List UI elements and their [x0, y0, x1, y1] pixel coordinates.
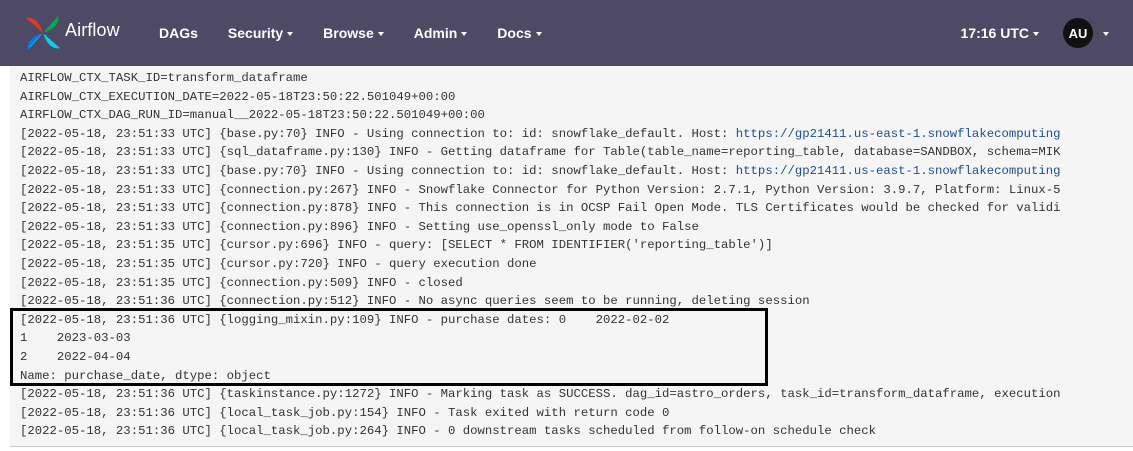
clock-label: 17:16 UTC	[960, 25, 1029, 41]
nav-dags-label: DAGs	[159, 25, 198, 41]
log-line: [2022-05-18, 23:51:33 UTC] {base.py:70} …	[20, 125, 1061, 144]
log-line-text: [2022-05-18, 23:51:36 UTC] {connection.p…	[20, 294, 810, 309]
log-lines: AIRFLOW_CTX_TASK_ID=transform_dataframe A…	[20, 69, 1061, 441]
log-line-text: [2022-05-18, 23:51:36 UTC] {local_task_j…	[20, 405, 670, 420]
caret-down-icon	[287, 32, 294, 36]
log-line: [2022-05-18, 23:51:33 UTC] {sql_datafram…	[20, 143, 1061, 162]
log-line: [2022-05-18, 23:51:33 UTC] {connection.p…	[20, 199, 1061, 218]
log-line-text: AIRFLOW_CTX_TASK_ID=transform_dataframe	[20, 71, 308, 85]
log-line-text: [2022-05-18, 23:51:33 UTC] {sql_datafram…	[20, 145, 1061, 160]
log-line-text: [2022-05-18, 23:51:35 UTC] {cursor.py:69…	[20, 238, 773, 253]
log-line: [2022-05-18, 23:51:36 UTC] {connection.p…	[20, 292, 1061, 311]
log-line: [2022-05-18, 23:51:33 UTC] {connection.p…	[20, 218, 1061, 237]
log-line: [2022-05-18, 23:51:33 UTC] {connection.p…	[20, 181, 1061, 200]
nav-docs-dropdown[interactable]: Docs	[497, 25, 542, 41]
log-line: [2022-05-18, 23:51:36 UTC] {local_task_j…	[20, 422, 1061, 441]
top-navbar: Airflow DAGs Security Browse Admin Docs …	[0, 0, 1133, 66]
nav-docs-label: Docs	[497, 25, 532, 41]
main-nav-menu: DAGs Security Browse Admin Docs	[159, 0, 572, 66]
log-line-text: AIRFLOW_CTX_DAG_RUN_ID=manual__2022-05-1…	[20, 108, 485, 123]
log-line-text: 2 2022-04-04	[20, 349, 131, 364]
log-line-text: [2022-05-18, 23:51:33 UTC] {connection.p…	[20, 201, 1061, 216]
log-line: [2022-05-18, 23:51:36 UTC] {taskinstance…	[20, 385, 1061, 404]
log-line: AIRFLOW_CTX_EXECUTION_DATE=2022-05-18T23…	[20, 88, 1061, 107]
log-line: [2022-05-18, 23:51:33 UTC] {base.py:70} …	[20, 162, 1061, 181]
log-line-text: Name: purchase_date, dtype: object	[20, 368, 271, 383]
airflow-home-link[interactable]: Airflow	[24, 13, 120, 53]
user-avatar: AU	[1063, 18, 1093, 48]
user-menu-dropdown[interactable]: AU	[1063, 18, 1109, 48]
airflow-pinwheel-logo-icon	[25, 15, 61, 51]
log-line: 1 2023-03-03	[20, 329, 1061, 348]
caret-down-icon	[1033, 32, 1039, 36]
nav-browse-label: Browse	[323, 25, 374, 41]
log-line: [2022-05-18, 23:51:35 UTC] {connection.p…	[20, 274, 1061, 293]
log-host-link[interactable]: https://gp21411.us-east-1.snowflakecompu…	[736, 127, 1061, 141]
log-line-text: [2022-05-18, 23:51:33 UTC] {connection.p…	[20, 182, 1061, 197]
nav-security-dropdown[interactable]: Security	[227, 25, 294, 41]
log-line: AIRFLOW_CTX_DAG_RUN_ID=manual__2022-05-1…	[20, 106, 1061, 125]
log-line-text: [2022-05-18, 23:51:36 UTC] {logging_mixi…	[20, 312, 670, 327]
caret-down-icon	[377, 32, 384, 36]
log-line-text: [2022-05-18, 23:51:33 UTC] {connection.p…	[20, 219, 699, 234]
log-line-text: [2022-05-18, 23:51:33 UTC] {base.py:70} …	[20, 163, 736, 178]
log-line: [2022-05-18, 23:51:36 UTC] {local_task_j…	[20, 404, 1061, 423]
log-line-text: [2022-05-18, 23:51:33 UTC] {base.py:70} …	[20, 126, 736, 141]
log-line: [2022-05-18, 23:51:35 UTC] {cursor.py:72…	[20, 255, 1061, 274]
log-line-text: [2022-05-18, 23:51:35 UTC] {connection.p…	[20, 275, 463, 290]
nav-security-label: Security	[227, 25, 284, 41]
caret-down-icon	[1103, 32, 1109, 36]
caret-down-icon	[461, 32, 468, 36]
nav-dags[interactable]: DAGs	[159, 25, 198, 41]
log-line: Name: purchase_date, dtype: object	[20, 367, 1061, 386]
log-line: [2022-05-18, 23:51:35 UTC] {cursor.py:69…	[20, 236, 1061, 255]
task-log-panel[interactable]: AIRFLOW_CTX_TASK_ID=transform_dataframe A…	[10, 66, 1133, 447]
caret-down-icon	[535, 32, 542, 36]
log-line-text: 1 2023-03-03	[20, 331, 131, 346]
log-line: AIRFLOW_CTX_TASK_ID=transform_dataframe	[20, 69, 1061, 88]
nav-admin-dropdown[interactable]: Admin	[414, 25, 468, 41]
log-line: [2022-05-18, 23:51:36 UTC] {logging_mixi…	[20, 311, 1061, 330]
log-host-link[interactable]: https://gp21411.us-east-1.snowflakecompu…	[736, 164, 1061, 178]
log-line-text: [2022-05-18, 23:51:35 UTC] {cursor.py:72…	[20, 256, 537, 271]
nav-browse-dropdown[interactable]: Browse	[323, 25, 384, 41]
brand-name: Airflow	[65, 19, 120, 40]
nav-admin-label: Admin	[413, 25, 458, 41]
log-line-text: [2022-05-18, 23:51:36 UTC] {local_task_j…	[20, 424, 877, 439]
log-line: 2 2022-04-04	[20, 348, 1061, 367]
timezone-clock-dropdown[interactable]: 17:16 UTC	[961, 25, 1039, 41]
log-line-text: [2022-05-18, 23:51:36 UTC] {taskinstance…	[20, 387, 1061, 402]
log-line-text: AIRFLOW_CTX_EXECUTION_DATE=2022-05-18T23…	[20, 89, 456, 104]
navbar-right: 17:16 UTC AU	[961, 0, 1109, 66]
